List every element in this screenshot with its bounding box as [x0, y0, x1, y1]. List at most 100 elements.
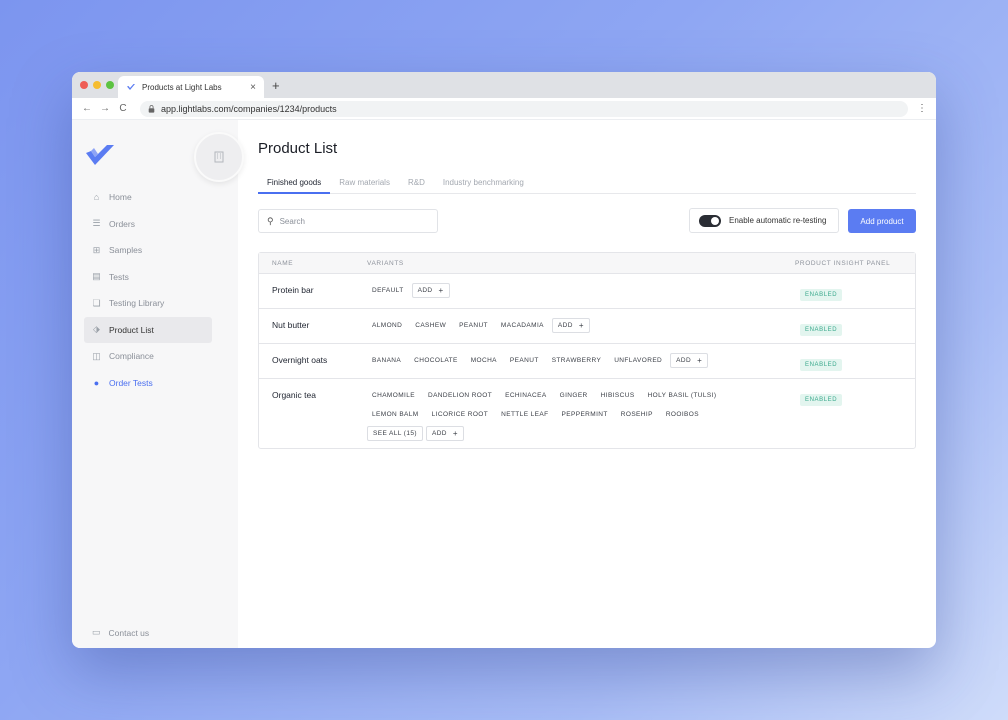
variant-chip[interactable]: UNFLAVORED	[609, 353, 667, 368]
sidebar-nav: ⌂ Home ☰ Orders ⊞ Samples ▤ Tests ❏ Testing Libra…	[84, 184, 212, 396]
sidebar-item-testing-library[interactable]: ❏ Testing Library	[84, 290, 212, 316]
add-variant-button[interactable]: ADD +	[425, 426, 464, 441]
sidebar: ⌂ Home ☰ Orders ⊞ Samples ▤ Tests ❏ Testing Libra…	[72, 120, 244, 648]
sidebar-item-tests[interactable]: ▤ Tests	[84, 264, 212, 290]
header-variants: VARIANTS	[367, 259, 404, 267]
variant-chip[interactable]: HOLY BASIL (TULSI)	[643, 388, 722, 403]
chat-icon: ▭	[92, 627, 101, 637]
tab-industry-benchmarking[interactable]: Industry benchmarking	[434, 172, 533, 194]
variant-chip[interactable]: PEANUT	[454, 318, 493, 333]
tab-finished-goods[interactable]: Finished goods	[258, 172, 331, 194]
toggle-switch[interactable]	[699, 214, 721, 227]
list-icon: ☰	[92, 218, 101, 228]
window-controls	[80, 81, 114, 89]
variant-chip[interactable]: CHAMOMILE	[367, 388, 420, 403]
variant-chip[interactable]: PEANUT	[505, 353, 544, 368]
table-row[interactable]: Organic tea CHAMOMILE DANDELION ROOT ECHINA…	[259, 379, 915, 448]
plus-icon: +	[438, 286, 444, 295]
variant-chip[interactable]: CASHEW	[410, 318, 451, 333]
header-name: NAME	[272, 259, 294, 267]
variant-chip[interactable]: GINGER	[555, 388, 593, 403]
sidebar-item-orders[interactable]: ☰ Orders	[84, 211, 212, 237]
sidebar-item-product-list[interactable]: ⬗ Product List	[84, 316, 212, 343]
contact-us-link[interactable]: ▭ Contact us	[92, 627, 149, 638]
main-content: Product List Finished goods Raw material…	[238, 120, 936, 648]
plus-icon: +	[452, 429, 458, 438]
variant-chip[interactable]: ECHINACEA	[500, 388, 552, 403]
table-body: Protein bar DEFAULT ADD + ENABLED Nut butter A…	[259, 274, 915, 448]
add-variant-button[interactable]: ADD +	[670, 353, 709, 368]
variant-chip[interactable]: LICORICE ROOT	[427, 407, 493, 422]
favicon-icon	[127, 84, 135, 90]
back-button[interactable]: ←	[78, 103, 96, 114]
table-row[interactable]: Nut butter ALMOND CASHEW PEANUT MACADAMIA ADD…	[259, 309, 915, 344]
add-variant-label: ADD	[557, 322, 573, 329]
table-row[interactable]: Overnight oats BANANA CHOCOLATE MOCHA PEANUT…	[259, 344, 915, 379]
logo[interactable]	[86, 144, 114, 166]
product-tabs: Finished goods Raw materials R&D Industr…	[258, 172, 916, 194]
add-product-button[interactable]: Add product	[848, 209, 916, 233]
page-title: Product List	[258, 140, 338, 157]
library-icon: ❏	[92, 297, 101, 308]
toggle-label: Enable automatic re-testing	[729, 216, 827, 225]
building-icon	[214, 151, 224, 163]
reload-button[interactable]: C	[114, 103, 132, 114]
close-tab-icon[interactable]: ×	[250, 82, 256, 93]
variant-chip[interactable]: MACADAMIA	[496, 318, 549, 333]
sidebar-item-order-tests[interactable]: ● Order Tests	[84, 370, 212, 396]
variant-chip[interactable]: DEFAULT	[367, 283, 409, 298]
variant-chip[interactable]: BANANA	[367, 353, 406, 368]
variant-chip[interactable]: DANDELION ROOT	[423, 388, 497, 403]
close-window-button[interactable]	[80, 81, 88, 89]
variant-chip[interactable]: STRAWBERRY	[547, 353, 607, 368]
status-badge: ENABLED	[800, 324, 843, 336]
see-all-button[interactable]: SEE ALL (15)	[367, 426, 423, 441]
company-avatar[interactable]	[194, 132, 244, 182]
sidebar-item-label: Order Tests	[109, 377, 153, 388]
browser-tabbar: Products at Light Labs × +	[72, 72, 936, 98]
variant-chip[interactable]: NETTLE LEAF	[496, 407, 553, 422]
maximize-window-button[interactable]	[106, 81, 114, 89]
minimize-window-button[interactable]	[93, 81, 101, 89]
variant-chip[interactable]: ALMOND	[367, 318, 407, 333]
sidebar-item-compliance[interactable]: ◫ Compliance	[84, 343, 212, 369]
search-placeholder: Search	[279, 216, 305, 226]
sidebar-item-samples[interactable]: ⊞ Samples	[84, 237, 212, 263]
add-variant-button[interactable]: ADD +	[411, 283, 450, 298]
sidebar-item-home[interactable]: ⌂ Home	[84, 184, 212, 210]
status-badge: ENABLED	[800, 289, 843, 301]
plus-icon: +	[697, 356, 703, 365]
home-icon: ⌂	[93, 192, 100, 202]
auto-retest-toggle[interactable]: Enable automatic re-testing	[689, 208, 839, 233]
url-field[interactable]: app.lightlabs.com/companies/1234/product…	[140, 100, 908, 117]
variant-list: BANANA CHOCOLATE MOCHA PEANUT STRAWBERRY UNFL…	[367, 353, 747, 368]
tab-r-and-d[interactable]: R&D	[399, 172, 434, 194]
sidebar-item-label: Tests	[109, 271, 129, 282]
forward-button[interactable]: →	[96, 103, 114, 114]
plus-icon: +	[578, 321, 584, 330]
add-variant-button[interactable]: ADD +	[551, 318, 590, 333]
sidebar-item-label: Testing Library	[109, 298, 165, 308]
variant-chip[interactable]: CHOCOLATE	[409, 353, 463, 368]
tab-raw-materials[interactable]: Raw materials	[330, 172, 399, 194]
product-name: Protein bar	[272, 285, 314, 295]
variant-chip[interactable]: ROSEHIP	[616, 407, 658, 422]
browser-window: Products at Light Labs × + ← → C app.lig…	[72, 72, 936, 648]
variant-chip[interactable]: LEMON BALM	[367, 407, 424, 422]
new-tab-button[interactable]: +	[272, 78, 280, 93]
status-badge: ENABLED	[800, 394, 843, 406]
variant-list: ALMOND CASHEW PEANUT MACADAMIA ADD +	[367, 318, 747, 333]
table-row[interactable]: Protein bar DEFAULT ADD + ENABLED	[259, 274, 915, 309]
sidebar-item-label: Orders	[109, 218, 135, 229]
add-variant-label: ADD	[431, 430, 447, 437]
search-input[interactable]: ⚲ Search	[258, 209, 438, 233]
variant-chip[interactable]: ROOIBOS	[661, 407, 704, 422]
variant-chip[interactable]: MOCHA	[466, 353, 502, 368]
browser-menu-icon[interactable]: ⋮	[914, 103, 930, 114]
variant-chip[interactable]: PEPPERMINT	[557, 407, 613, 422]
address-bar: ← → C app.lightlabs.com/companies/1234/p…	[72, 98, 936, 120]
add-variant-label: ADD	[417, 287, 433, 294]
app: ⌂ Home ☰ Orders ⊞ Samples ▤ Tests ❏ Testing Libra…	[72, 120, 936, 648]
variant-chip[interactable]: HIBISCUS	[596, 388, 640, 403]
browser-tab[interactable]: Products at Light Labs ×	[118, 76, 264, 98]
